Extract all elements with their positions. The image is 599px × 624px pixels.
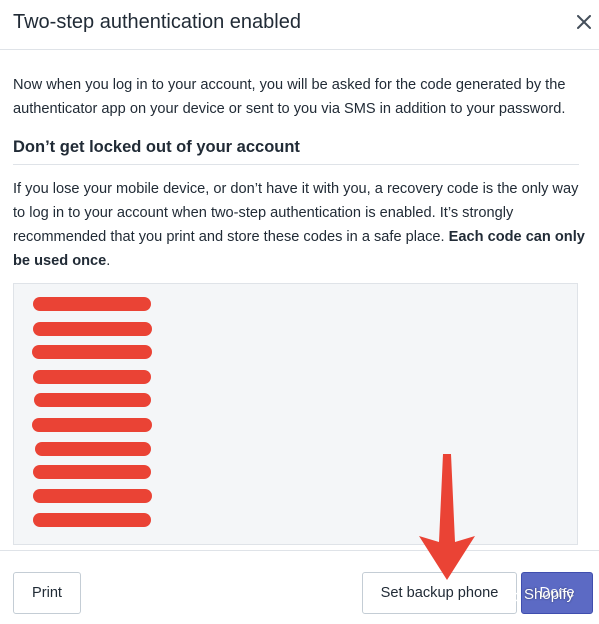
- arrow-down-icon: [419, 454, 475, 580]
- dialog-header: Two-step authentication enabled: [0, 0, 599, 50]
- print-button[interactable]: Print: [13, 572, 81, 614]
- intro-text: Now when you log in to your account, you…: [13, 77, 566, 117]
- watermark-text: Shopify: [524, 586, 575, 603]
- redacted-code: [32, 418, 152, 432]
- redacted-code: [33, 297, 151, 311]
- warning-period: .: [106, 253, 111, 269]
- close-icon[interactable]: [572, 10, 596, 34]
- watermark: Shopify: [502, 586, 574, 603]
- redacted-code: [33, 489, 152, 503]
- wechat-icon: [502, 587, 520, 602]
- recovery-codes-box: [13, 283, 578, 545]
- redacted-code: [33, 322, 152, 336]
- redacted-code: [33, 513, 151, 527]
- section-title: Don’t get locked out of your account: [13, 138, 300, 156]
- redacted-code: [34, 393, 151, 407]
- redacted-code: [33, 370, 151, 384]
- warning-text: If you lose your mobile device, or don’t…: [13, 177, 585, 273]
- dialog-title: Two-step authentication enabled: [13, 11, 301, 33]
- redacted-code: [35, 442, 151, 456]
- section-divider: [13, 164, 579, 165]
- redacted-code: [32, 345, 152, 359]
- redacted-code: [33, 465, 151, 479]
